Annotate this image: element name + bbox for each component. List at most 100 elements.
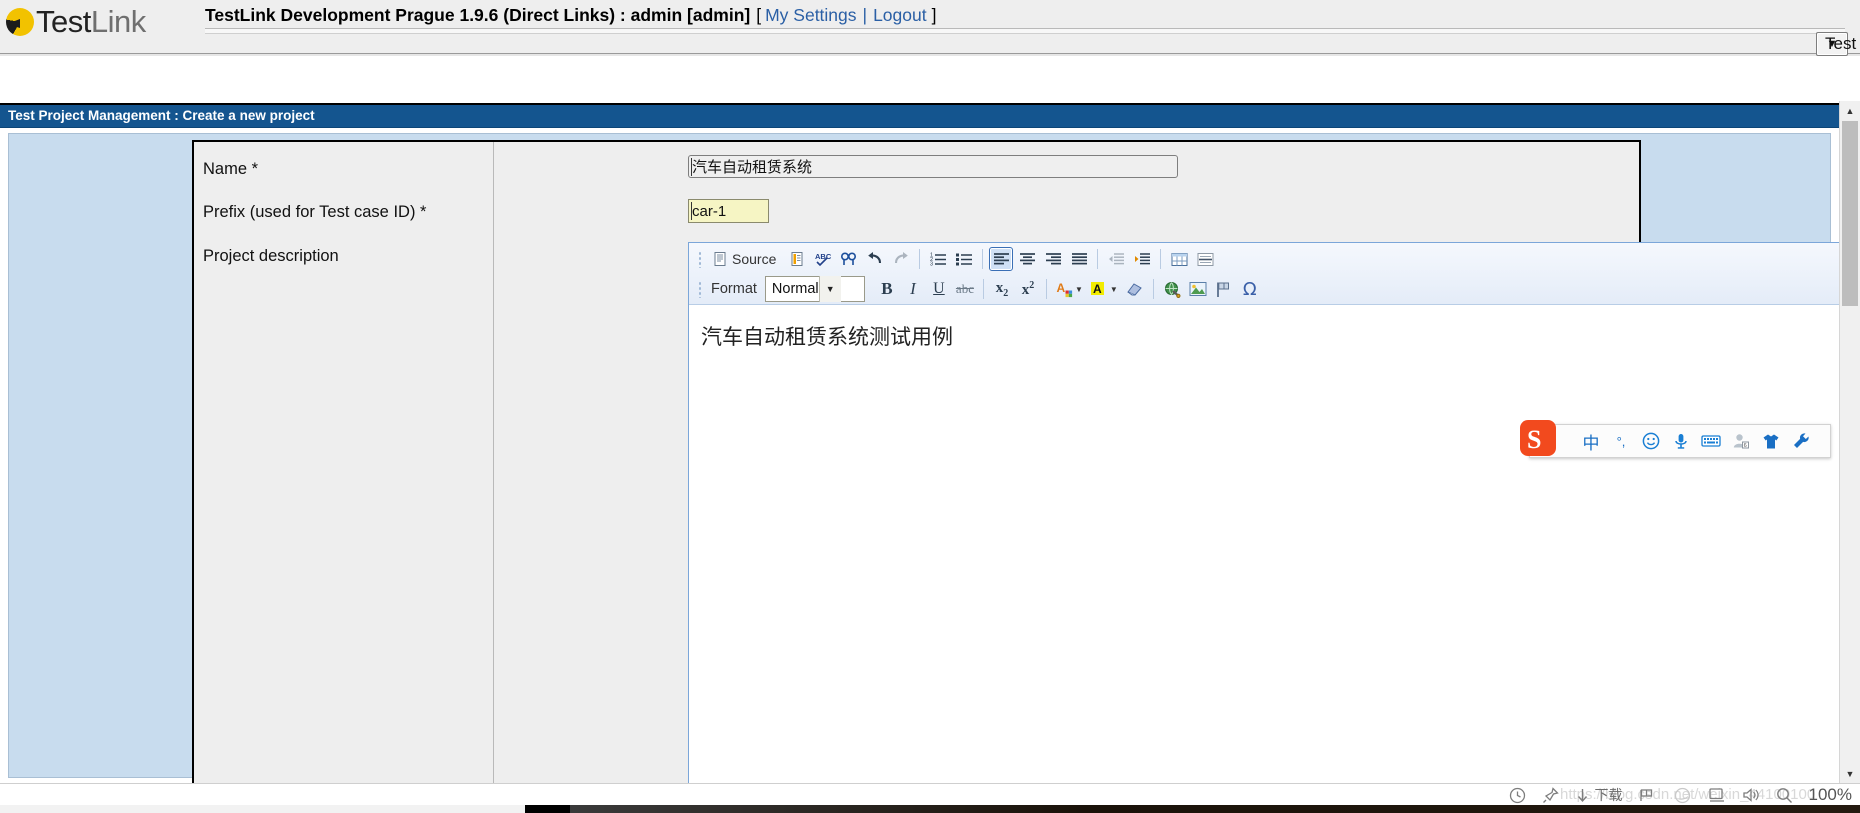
testlink-logo-icon (6, 8, 34, 36)
templates-icon[interactable] (785, 247, 809, 271)
bulleted-list-icon[interactable] (952, 247, 976, 271)
special-char-icon[interactable]: Ω (1238, 277, 1262, 301)
strikethrough-icon[interactable]: abc (953, 277, 977, 301)
svg-text:A: A (1056, 281, 1065, 295)
bracket-close: ] (931, 4, 937, 25)
table-icon[interactable] (1167, 247, 1191, 271)
form-label-column: Name * Prefix (used for Test case ID) * … (194, 142, 494, 783)
editor-toolbar-row-1: Source ABC 1 2 3 (689, 244, 1218, 274)
sogou-input-method-bar[interactable]: 中 °, 6 (1529, 424, 1831, 458)
numbered-list-icon[interactable]: 123 (926, 247, 950, 271)
toolbar-separator-7 (1152, 279, 1154, 299)
spellcheck-icon[interactable]: ABC (811, 247, 835, 271)
format-selected-value: Normal (771, 281, 819, 297)
svg-text:ABC: ABC (815, 252, 832, 261)
test-project-label: Test Project (1825, 34, 1860, 53)
align-left-icon[interactable] (989, 247, 1014, 271)
skin-icon[interactable] (1756, 425, 1786, 457)
italic-icon[interactable]: I (901, 277, 925, 301)
scroll-down-arrow-icon: ▼ (1845, 768, 1855, 779)
punctuation-mode-icon[interactable]: °, (1606, 425, 1636, 457)
subscript-icon[interactable]: x2 (990, 277, 1014, 301)
test-project-selector[interactable]: Test Project ▼ (1816, 32, 1860, 56)
testlink-logo[interactable]: TestLink (6, 0, 146, 44)
zoom-level-label[interactable]: 100% (1809, 785, 1852, 805)
remove-format-icon[interactable] (1123, 277, 1147, 301)
scroll-down-button[interactable]: ▼ (1840, 764, 1860, 783)
pin-icon[interactable] (1542, 786, 1559, 804)
toolbar-separator-6 (1045, 279, 1047, 299)
background-color-icon[interactable]: A ▼ (1088, 277, 1121, 301)
logo-text-bold: Test (36, 4, 91, 39)
punctuation-glyph: °, (1616, 433, 1626, 449)
editor-content-text: 汽车自动租赁系统测试用例 (701, 325, 953, 349)
find-replace-icon[interactable] (837, 247, 861, 271)
svg-text:A: A (1093, 282, 1102, 296)
my-settings-link[interactable]: My Settings (765, 5, 856, 26)
format-label: Format (711, 281, 757, 297)
page-vertical-scrollbar[interactable]: ▲ ▼ (1839, 101, 1860, 783)
emoji-icon[interactable] (1636, 425, 1666, 457)
download-label: 下载 (1594, 787, 1623, 803)
toolbar-grip-icon-2[interactable] (696, 280, 704, 298)
page-title-bar: Test Project Management : Create a new p… (0, 103, 1840, 128)
insert-link-icon[interactable] (1160, 277, 1184, 301)
project-description-editor: Source ABC 1 2 3 Format Normal ▼ B I U a… (688, 242, 1860, 783)
editor-toolbar: Source ABC 1 2 3 Format Normal ▼ B I U a… (689, 243, 1860, 305)
browser-icon[interactable] (1673, 787, 1692, 804)
omega-glyph: Ω (1242, 278, 1257, 300)
chinese-mode-icon[interactable]: 中 (1576, 425, 1606, 457)
sogou-s-logo-icon[interactable]: S (1519, 419, 1557, 457)
superscript-icon[interactable]: x2 (1016, 277, 1040, 301)
description-label: Project description (203, 247, 339, 265)
undo-icon[interactable] (863, 247, 887, 271)
format-chevron-down-icon[interactable]: ▼ (818, 276, 841, 302)
header-divider-2 (0, 53, 1860, 56)
toolbar-separator-5 (982, 279, 984, 299)
indent-icon[interactable] (1130, 247, 1154, 271)
testlink-create-project-page: TestLink TestLink Development Prague 1.9… (0, 0, 1860, 813)
underline-icon[interactable]: U (927, 277, 951, 301)
text-color-icon[interactable]: A ▼ (1053, 277, 1086, 301)
screen-icon[interactable] (1708, 787, 1726, 803)
align-right-icon[interactable] (1041, 247, 1065, 271)
align-center-icon[interactable] (1015, 247, 1039, 271)
insert-image-icon[interactable] (1186, 277, 1210, 301)
source-icon[interactable]: Source (709, 247, 783, 271)
italic-glyph: I (910, 279, 916, 298)
voice-input-icon[interactable] (1666, 425, 1696, 457)
header-divider (205, 28, 1845, 34)
link-separator: | (862, 4, 868, 25)
form-field-column: Source ABC (495, 142, 1860, 783)
scrollbar-thumb[interactable] (1842, 121, 1858, 306)
notes-icon[interactable] (1639, 788, 1657, 803)
toolbar-separator (919, 249, 921, 269)
history-icon[interactable] (1509, 787, 1526, 804)
logo-text: TestLink (36, 4, 146, 40)
name-input-caret (691, 158, 692, 176)
download-icon[interactable]: 下载 (1575, 785, 1623, 805)
toolbox-icon[interactable] (1786, 425, 1816, 457)
soft-keyboard-icon[interactable] (1696, 425, 1726, 457)
bold-icon[interactable]: B (875, 277, 899, 301)
logo-text-light: Link (90, 4, 146, 39)
logout-link[interactable]: Logout (873, 5, 927, 26)
name-input[interactable] (688, 155, 1178, 178)
editor-content-area[interactable]: 汽车自动租赁系统测试用例 (689, 305, 1860, 783)
user-account-icon[interactable]: 6 (1726, 425, 1756, 457)
toolbar-grip-icon[interactable] (696, 250, 704, 268)
format-select[interactable]: Normal ▼ (764, 276, 865, 302)
anchor-icon[interactable] (1212, 277, 1236, 301)
svg-text:6: 6 (1744, 443, 1747, 449)
redo-icon[interactable] (889, 247, 913, 271)
zoom-icon[interactable] (1776, 787, 1793, 804)
prefix-input[interactable] (688, 199, 769, 223)
prefix-label: Prefix (used for Test case ID) * (203, 203, 427, 221)
underline-glyph: U (933, 280, 945, 297)
outdent-icon[interactable] (1104, 247, 1128, 271)
align-justify-icon[interactable] (1067, 247, 1091, 271)
horizontal-rule-icon[interactable] (1193, 247, 1217, 271)
scroll-up-button[interactable]: ▲ (1840, 101, 1860, 120)
editor-toolbar-row-2: Format Normal ▼ B I U abc x2 x2 A ▼ A ▼ … (689, 274, 1263, 304)
volume-icon[interactable] (1742, 787, 1760, 803)
